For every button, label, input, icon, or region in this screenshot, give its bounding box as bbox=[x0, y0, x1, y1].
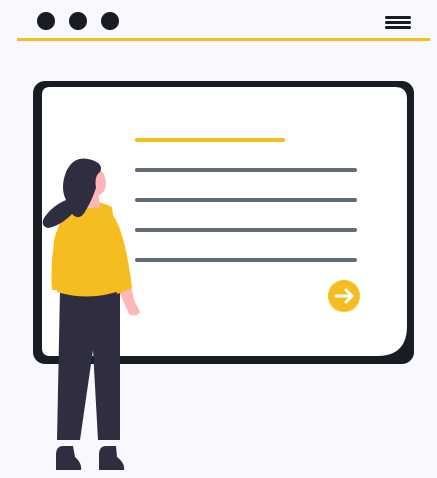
screen-text-line bbox=[135, 258, 357, 262]
window-dot bbox=[101, 12, 119, 30]
right-shoe bbox=[99, 446, 125, 470]
window-dots-icon bbox=[37, 12, 119, 30]
screen-text-line bbox=[135, 198, 357, 202]
window-dot bbox=[37, 12, 55, 30]
header-divider bbox=[17, 38, 430, 41]
pants bbox=[57, 286, 120, 440]
hamburger-menu-icon[interactable] bbox=[385, 16, 411, 29]
left-shoe bbox=[56, 446, 82, 470]
illustration bbox=[17, 12, 430, 470]
screen-heading-line bbox=[135, 138, 285, 142]
screen-text-line bbox=[135, 228, 357, 232]
window-dot bbox=[69, 12, 87, 30]
next-button[interactable] bbox=[328, 280, 360, 312]
screen-text-line bbox=[135, 168, 357, 172]
